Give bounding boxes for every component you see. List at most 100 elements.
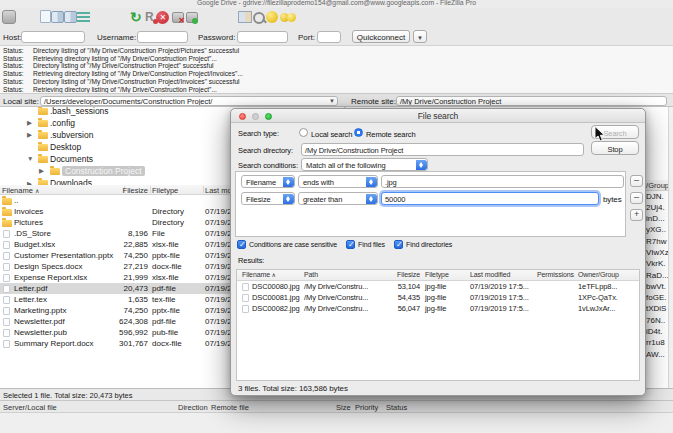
toggle-message-log-icon[interactable] (77, 12, 90, 23)
queue-col-priority[interactable]: Priority (355, 403, 378, 412)
result-row[interactable]: DSC00081.jpg/My Drive/Constru...54,435jp… (237, 292, 639, 303)
log-entry: Status:Directory listing of "/My Drive/C… (3, 78, 673, 86)
chevron-collapsed-icon[interactable]: ▶ (27, 119, 32, 127)
file-type: tex-file (152, 295, 176, 304)
message-log[interactable]: Status:Directory listing of "/My Drive/C… (0, 46, 673, 93)
file-size: 8,196 (60, 229, 148, 238)
tree-item-label: Desktop (50, 142, 81, 152)
result-cell: jpg-file (425, 304, 446, 313)
remote-scrollbar[interactable] (668, 107, 673, 388)
log-entry-message: Retrieving directory listing of "/My Dri… (33, 55, 217, 62)
results-col-filetype[interactable]: Filetype (425, 271, 449, 278)
find-directories-checkbox[interactable] (394, 240, 403, 249)
chevron-collapsed-icon[interactable]: ▶ (39, 167, 44, 175)
remote-search-radio[interactable] (354, 128, 363, 137)
local-site-combo[interactable]: /Users/developer/Documents/Construction … (40, 96, 338, 106)
case-sensitive-checkbox[interactable] (237, 240, 246, 249)
condition-value-input[interactable]: .jpg (381, 175, 624, 188)
log-entry-type: Status: (3, 78, 33, 86)
search-results-table: Filename ∧ Path Filesize Filetype Last modif… (236, 269, 640, 381)
filename-column-header[interactable]: Filename ∧ (2, 186, 39, 195)
chevron-expanded-icon[interactable]: ▼ (27, 155, 33, 162)
local-search-label: Local search (311, 130, 352, 139)
remove-condition-button[interactable]: – (630, 192, 643, 204)
folder-icon (2, 209, 12, 216)
window-titlebar: Google Drive - gdrive://filezillaprodemo… (0, 0, 673, 8)
condition-operator-select[interactable]: ends with (298, 175, 378, 188)
filesize-column-header[interactable]: Filesize (60, 186, 148, 195)
dialog-titlebar[interactable]: File search (231, 109, 645, 123)
condition-value-input[interactable]: 50000 (381, 192, 599, 205)
results-header[interactable]: Filename ∧ Path Filesize Filetype Last modif… (237, 270, 639, 281)
directory-comparison-icon[interactable] (238, 11, 252, 23)
condition-operator-select[interactable]: greater than (298, 192, 378, 205)
folder-icon (38, 108, 48, 115)
remote-search-label: Remote search (366, 130, 416, 139)
toolbar (0, 8, 673, 28)
result-row[interactable]: DSC00082.jpg/My Drive/Constru...56,047jp… (237, 303, 639, 314)
condition-field-select[interactable]: Filesize (241, 192, 295, 205)
folder-icon (2, 198, 12, 205)
log-entry: Status:Directory listing of "/My Drive/C… (3, 47, 673, 55)
results-col-filename[interactable]: Filename ∧ (242, 271, 276, 278)
queue-header[interactable]: Server/Local file Direction Remote file … (0, 401, 673, 413)
window-title: Google Drive - gdrive://filezillaprodemo… (0, 0, 673, 6)
chevron-collapsed-icon[interactable]: ▶ (27, 131, 32, 139)
tree-item-label: Downloads (50, 178, 92, 185)
quickconnect-dropdown-button[interactable]: ▼ (413, 30, 427, 43)
results-col-path[interactable]: Path (304, 271, 318, 278)
log-entry-type: Status: (3, 47, 33, 55)
remote-site-combo[interactable]: /My Drive/Construction Project (396, 96, 667, 106)
queue-col-status[interactable]: Status (386, 403, 407, 412)
username-input[interactable] (137, 31, 188, 43)
file-type: pub-file (152, 328, 178, 337)
cancel-icon[interactable] (156, 11, 169, 24)
folder-icon (38, 132, 48, 139)
reconnect-icon[interactable] (186, 12, 198, 23)
toggle-remote-pane-icon[interactable] (64, 11, 77, 23)
file-size: 27,219 (60, 262, 148, 271)
add-condition-button[interactable]: + (630, 209, 643, 221)
file-size: 74,250 (60, 251, 148, 260)
remove-condition-button[interactable]: – (630, 175, 643, 187)
condition-field-select[interactable]: Filename (241, 175, 295, 188)
results-col-last-modified[interactable]: Last modified (470, 271, 510, 278)
match-conditions-select[interactable]: Match all of the following (301, 158, 428, 171)
queue-col-size[interactable]: Size (336, 403, 351, 412)
synchronized-browsing-icon[interactable] (266, 11, 278, 23)
transfer-queue: Server/Local file Direction Remote file … (0, 400, 673, 433)
port-label: Port: (298, 33, 315, 42)
queue-col-remote-file[interactable]: Remote file (211, 403, 249, 412)
local-search-radio[interactable] (299, 128, 308, 137)
find-files-checkbox[interactable] (346, 240, 355, 249)
find-files-icon[interactable] (280, 10, 296, 25)
port-input[interactable] (317, 31, 341, 43)
results-col-filesize[interactable]: Filesize (357, 271, 420, 278)
queue-col-direction[interactable]: Direction (178, 403, 208, 412)
disconnect-icon[interactable] (172, 12, 184, 23)
result-cell: DSC00080.jpg (252, 282, 300, 291)
results-col-owner-group[interactable]: Owner/Group (578, 271, 619, 278)
queue-col-server-local[interactable]: Server/Local file (3, 403, 57, 412)
file-icon (3, 340, 10, 349)
host-input[interactable] (21, 31, 85, 43)
password-input[interactable] (237, 31, 288, 43)
quickconnect-button[interactable]: Quickconnect (352, 30, 410, 43)
file-type: pptx-file (152, 251, 180, 260)
result-cell: jpg-file (425, 293, 446, 302)
tree-item-label: Documents (50, 154, 93, 164)
result-row[interactable]: DSC00080.jpg/My Drive/Constru...53,104jp… (237, 281, 639, 292)
search-directory-input[interactable]: /My Drive/Construction Project (301, 143, 584, 156)
file-name: Newsletter.pdf (14, 317, 65, 326)
filetype-column-header[interactable]: Filetype (152, 186, 178, 195)
results-col-permissions[interactable]: Permissions (537, 271, 574, 278)
toggle-local-pane-icon[interactable] (51, 11, 64, 23)
file-size: 22,885 (60, 240, 148, 249)
open-file-icon[interactable] (40, 10, 51, 23)
quickconnect-bar: Host: Username: Password: Port: Quickcon… (0, 28, 673, 46)
site-manager-icon[interactable] (2, 10, 16, 24)
file-type: docx-file (152, 339, 182, 348)
result-cell: DSC00082.jpg (252, 304, 300, 313)
file-icon (3, 230, 10, 239)
log-entry-message: Directory listing of "/My Drive/Construc… (33, 62, 214, 69)
